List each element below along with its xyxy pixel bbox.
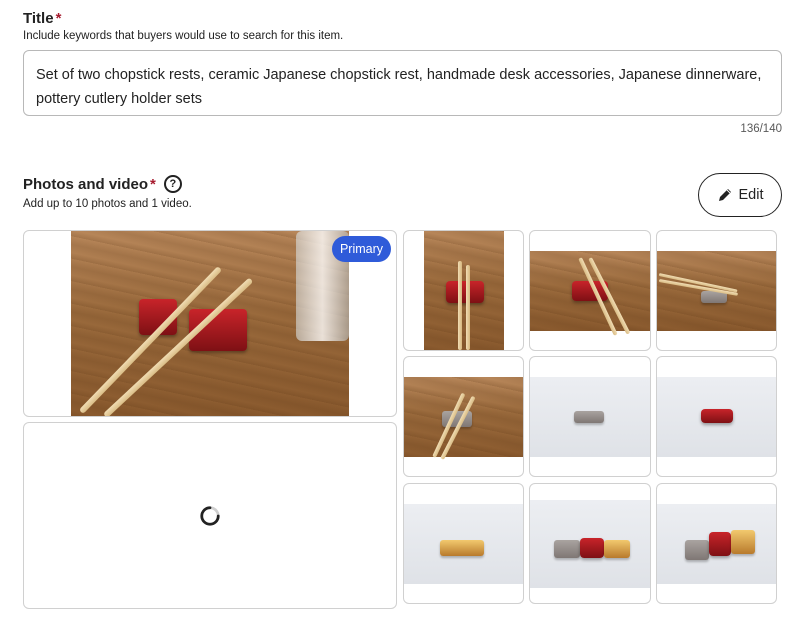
photo-image (657, 377, 776, 457)
photo-image (657, 504, 776, 584)
loading-spinner-icon (200, 505, 220, 526)
photo-image (404, 504, 523, 584)
photo-thumbnail[interactable] (529, 230, 651, 351)
title-label: Title * (23, 10, 61, 27)
pencil-icon (718, 189, 731, 201)
photo-thumbnail[interactable] (529, 356, 651, 477)
edit-button-label: Edit (738, 187, 764, 203)
photo-image (71, 231, 349, 416)
title-input[interactable]: Set of two chopstick rests, ceramic Japa… (23, 50, 782, 116)
photo-thumbnail[interactable] (656, 230, 777, 351)
required-asterisk: * (55, 10, 62, 27)
photo-thumbnail[interactable] (656, 356, 777, 477)
photo-thumbnail[interactable] (529, 483, 651, 604)
photo-thumbnail[interactable] (403, 483, 524, 604)
photo-thumbnail[interactable] (656, 483, 777, 604)
photo-thumbnail[interactable] (403, 230, 524, 351)
required-asterisk: * (150, 175, 156, 193)
photo-image (657, 251, 776, 331)
photo-image (530, 500, 650, 588)
primary-photo[interactable]: Primary (23, 230, 397, 417)
help-icon[interactable]: ? (163, 175, 182, 193)
character-count: 136/140 (740, 123, 782, 135)
title-help-text: Include keywords that buyers would use t… (23, 30, 344, 42)
photos-help-text: Add up to 10 photos and 1 video. (23, 198, 192, 210)
photos-label-text: Photos and video (23, 175, 149, 193)
photo-image (404, 377, 523, 460)
edit-button[interactable]: Edit (698, 173, 782, 217)
loading-photo-slot (23, 422, 397, 609)
photo-image (424, 231, 504, 350)
photo-image (530, 377, 650, 457)
title-label-text: Title (23, 10, 54, 27)
photos-label: Photos and video * ? (23, 175, 182, 193)
photo-thumbnail[interactable] (403, 356, 524, 477)
primary-badge: Primary (331, 236, 391, 262)
photo-image (530, 251, 650, 336)
